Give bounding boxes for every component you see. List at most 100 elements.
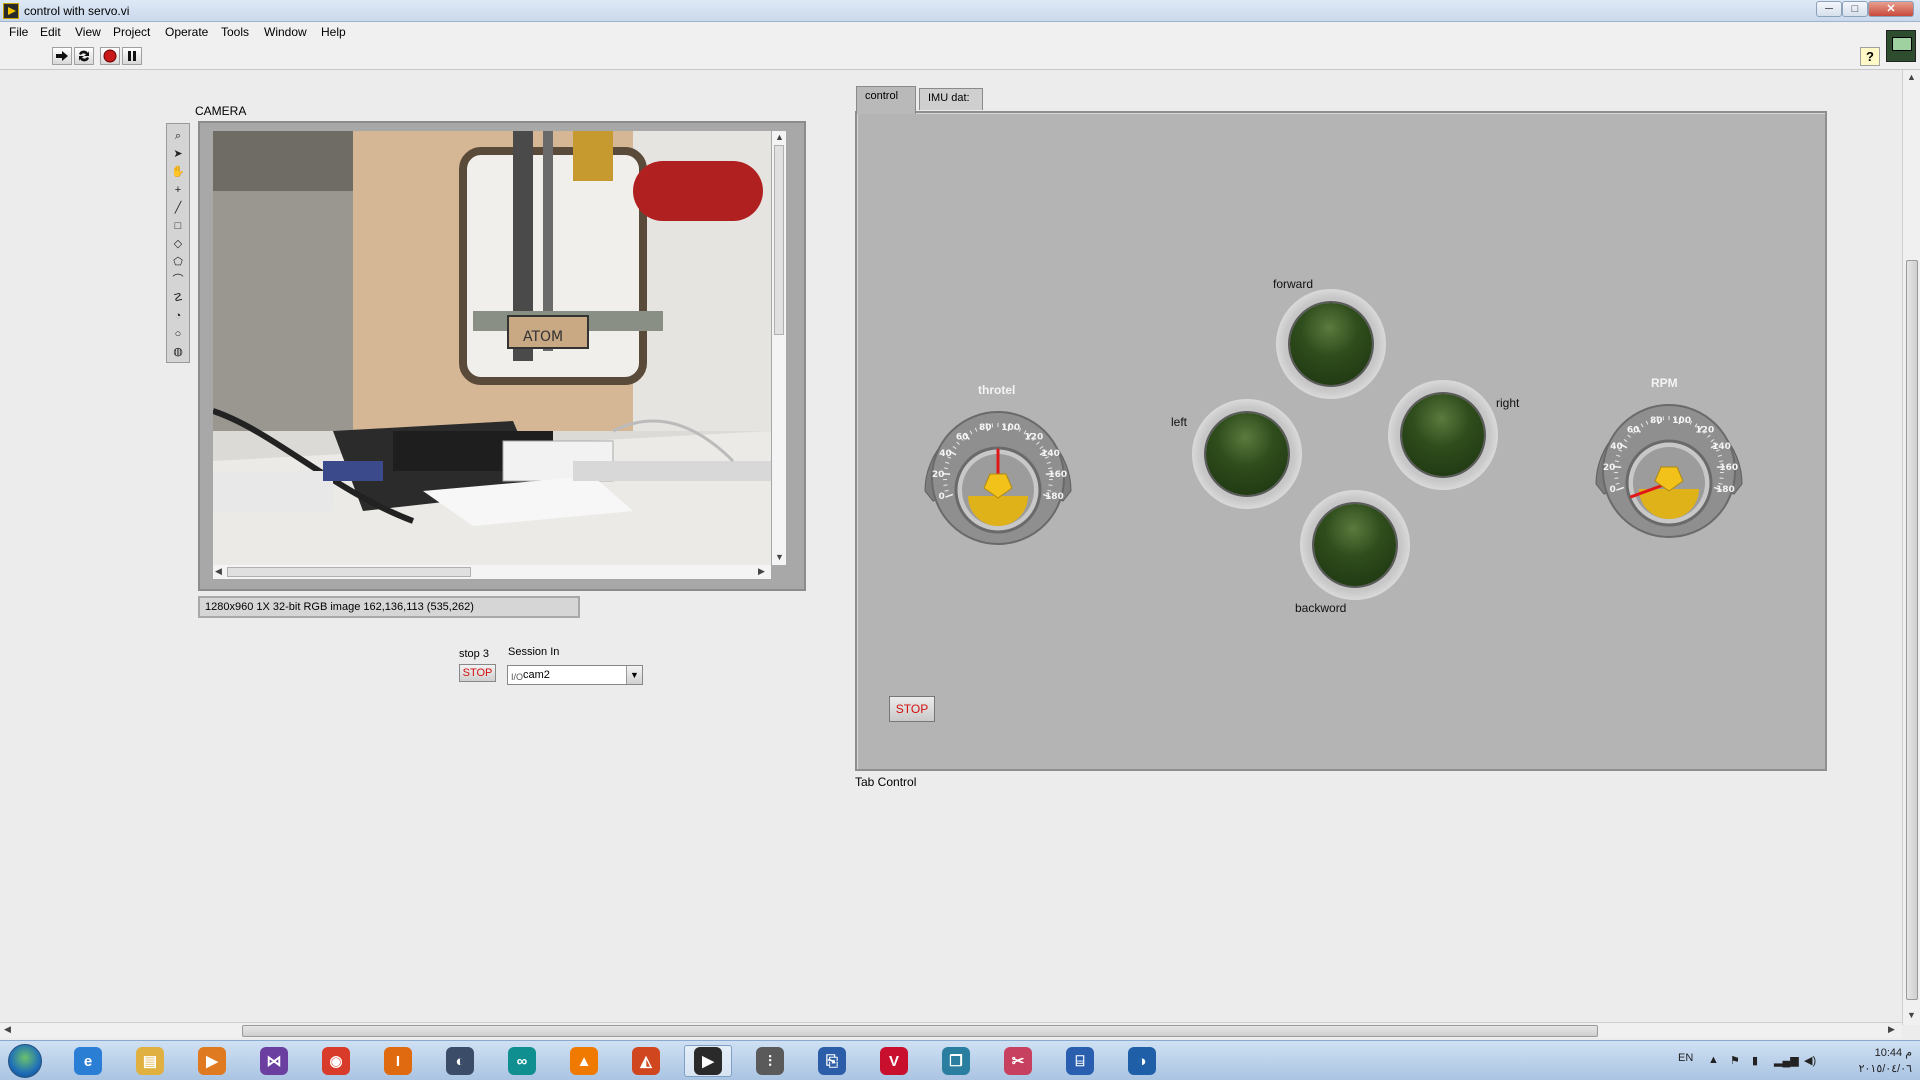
scroll-left-icon[interactable]: ◀ xyxy=(215,566,222,577)
image-horizontal-scrollbar[interactable]: ◀ ▶ xyxy=(213,565,771,579)
line-icon[interactable]: ╱ xyxy=(170,200,186,216)
throttle-dial[interactable]: 020406080 100120140160180 xyxy=(913,396,1083,546)
tab-control[interactable]: control xyxy=(856,86,916,114)
vlc-icon[interactable]: ▲ xyxy=(560,1045,608,1077)
throttle-label: throtel xyxy=(978,383,1016,397)
stop-button[interactable]: STOP xyxy=(889,696,935,722)
battery-icon[interactable]: ▮ xyxy=(1752,1054,1758,1067)
pointer-icon[interactable]: ➤ xyxy=(170,146,186,162)
rotated-rectangle-icon[interactable]: ◇ xyxy=(170,236,186,252)
scroll-left-icon[interactable]: ◀ xyxy=(4,1024,11,1035)
scroll-right-icon[interactable]: ▶ xyxy=(758,566,765,577)
labview-icon[interactable]: ▶ xyxy=(684,1045,732,1077)
rpm-tick-label: 120 xyxy=(1695,425,1714,435)
start-button[interactable] xyxy=(8,1044,42,1078)
run-arrow-icon[interactable] xyxy=(52,47,72,65)
installer-icon[interactable]: I xyxy=(374,1045,422,1077)
freehand-line-icon[interactable]: ⌒ xyxy=(170,272,186,288)
scroll-up-icon[interactable]: ▲ xyxy=(775,132,784,142)
freehand-region-icon[interactable]: ☡ xyxy=(170,290,186,306)
book-icon[interactable]: ❒ xyxy=(932,1045,980,1077)
left-led[interactable] xyxy=(1192,399,1302,509)
rectangle-icon[interactable]: □ xyxy=(170,218,186,234)
chrome-icon[interactable]: ◉ xyxy=(312,1045,360,1077)
panel-horizontal-scrollbar[interactable]: ◀ ▶ xyxy=(0,1022,1902,1038)
oval-icon[interactable]: ○ xyxy=(170,326,186,342)
language-indicator[interactable]: EN xyxy=(1678,1052,1693,1064)
menu-view[interactable]: View xyxy=(75,25,101,39)
scroll-right-icon[interactable]: ▶ xyxy=(1888,1024,1895,1035)
menu-help[interactable]: Help xyxy=(321,25,346,39)
file-explorer-icon[interactable]: ▤ xyxy=(126,1045,174,1077)
session-in-select[interactable]: I/O cam2 ▼ xyxy=(507,665,643,685)
abort-icon[interactable] xyxy=(100,47,120,65)
scroll-down-icon[interactable]: ▼ xyxy=(775,552,784,562)
chevron-down-icon[interactable]: ▼ xyxy=(626,666,642,684)
vi-icon[interactable] xyxy=(1886,30,1916,62)
flag-icon[interactable]: ⚑ xyxy=(1730,1054,1740,1067)
menu-edit[interactable]: Edit xyxy=(40,25,61,39)
visual-c-icon[interactable]: V xyxy=(870,1045,918,1077)
forward-led[interactable] xyxy=(1276,289,1386,399)
visual-studio-icon-glyph: ⋈ xyxy=(260,1047,288,1075)
camera-image[interactable]: ATOM xyxy=(213,131,771,565)
scroll-up-icon[interactable]: ▲ xyxy=(1907,72,1916,82)
broken-line-icon[interactable]: ◍ xyxy=(170,344,186,360)
clock-date[interactable]: ٢٠١٥/٠٤/٠٦ xyxy=(1832,1062,1912,1075)
signal-icon[interactable]: ▂▄▆ xyxy=(1774,1054,1799,1067)
image-vertical-scroll-thumb[interactable] xyxy=(774,145,784,335)
menu-file[interactable]: File xyxy=(9,25,28,39)
forward-label: forward xyxy=(1273,277,1314,291)
toolbar: ? xyxy=(0,42,1920,70)
paint-icon[interactable]: ✂ xyxy=(994,1045,1042,1077)
tab-imu-data[interactable]: IMU dat: xyxy=(919,88,983,110)
stop3-button[interactable]: STOP xyxy=(459,664,496,682)
arduino-icon[interactable]: ∞ xyxy=(498,1045,546,1077)
show-hidden-icon[interactable]: ▲ xyxy=(1708,1054,1719,1066)
panel-vertical-scrollbar[interactable]: ▲ ▼ xyxy=(1902,70,1920,1025)
run-continuously-icon[interactable] xyxy=(74,47,94,65)
image-horizontal-scroll-thumb[interactable] xyxy=(227,567,471,577)
menu-bar: File Edit View Project Operate Tools Win… xyxy=(0,22,1920,42)
steam-icon-glyph: ◐ xyxy=(446,1047,474,1075)
camera-label: CAMERA xyxy=(195,104,247,118)
panel-vertical-scroll-thumb[interactable] xyxy=(1906,260,1918,1000)
internet-explorer-icon-glyph: e xyxy=(74,1047,102,1075)
title-bar: control with servo.vi ─ □ ✕ xyxy=(0,0,1920,22)
volume-icon[interactable]: ◀) xyxy=(1804,1054,1816,1067)
media-player-icon[interactable]: ▶ xyxy=(188,1045,236,1077)
image-vertical-scrollbar[interactable]: ▲ ▼ xyxy=(772,131,786,565)
image-info-status: 1280x960 1X 32-bit RGB image 162,136,113… xyxy=(198,596,580,618)
rpm-tick-label: 60 xyxy=(1627,425,1640,435)
maximize-button[interactable]: □ xyxy=(1842,1,1868,17)
network-icon[interactable]: ⎘ xyxy=(808,1045,856,1077)
context-help-button[interactable]: ? xyxy=(1860,47,1880,66)
arduino-icon-glyph: ∞ xyxy=(508,1047,536,1075)
menu-project[interactable]: Project xyxy=(113,25,150,39)
right-led[interactable] xyxy=(1388,380,1498,490)
steam-icon[interactable]: ◐ xyxy=(436,1045,484,1077)
visual-studio-icon[interactable]: ⋈ xyxy=(250,1045,298,1077)
minimize-button[interactable]: ─ xyxy=(1816,1,1842,17)
pause-icon[interactable] xyxy=(122,47,142,65)
scroll-down-icon[interactable]: ▼ xyxy=(1907,1010,1916,1020)
panel-horizontal-scroll-thumb[interactable] xyxy=(242,1025,1598,1037)
pan-hand-icon[interactable]: ✋ xyxy=(170,164,186,180)
close-button[interactable]: ✕ xyxy=(1868,1,1914,17)
calculator-icon[interactable]: ⌸ xyxy=(1056,1045,1104,1077)
annulus-icon[interactable]: ◔ xyxy=(170,308,186,324)
polygon-icon[interactable]: ⬠ xyxy=(170,254,186,270)
backword-label: backword xyxy=(1295,601,1347,615)
point-icon[interactable]: + xyxy=(170,182,186,198)
menu-tools[interactable]: Tools xyxy=(221,25,249,39)
menu-window[interactable]: Window xyxy=(264,25,307,39)
backword-led[interactable] xyxy=(1300,490,1410,600)
clock-time[interactable]: 10:44 م xyxy=(1832,1046,1912,1059)
mixer-icon[interactable]: ⫶ xyxy=(746,1045,794,1077)
globe-app-icon[interactable]: ◑ xyxy=(1118,1045,1166,1077)
throttle-tick-label: 0 xyxy=(938,492,944,502)
menu-operate[interactable]: Operate xyxy=(165,25,208,39)
zoom-icon[interactable]: ⌕ xyxy=(170,128,186,144)
internet-explorer-icon[interactable]: e xyxy=(64,1045,112,1077)
matlab-icon[interactable]: ◭ xyxy=(622,1045,670,1077)
